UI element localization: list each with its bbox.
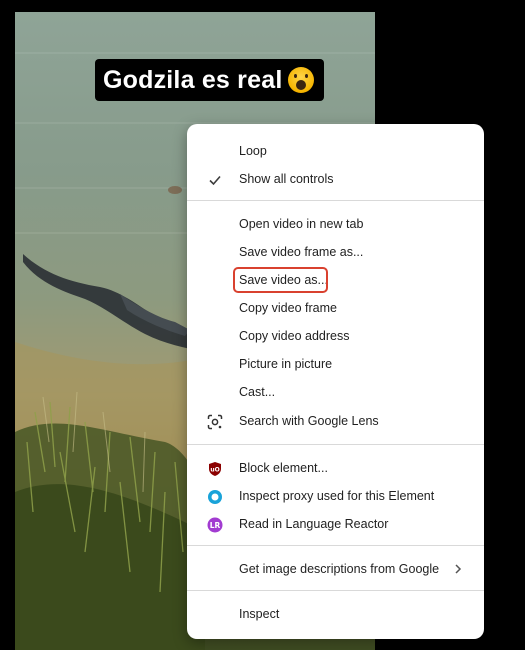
menu-item-copy-video-frame[interactable]: Copy video frame	[187, 294, 484, 322]
menu-item-open-video-new-tab[interactable]: Open video in new tab	[187, 210, 484, 238]
menu-item-label: Inspect	[239, 607, 280, 621]
proxy-circle-icon	[207, 489, 223, 505]
menu-item-inspect-proxy[interactable]: Inspect proxy used for this Element	[187, 482, 484, 510]
menu-item-label: Copy video frame	[239, 301, 337, 315]
menu-item-loop[interactable]: Loop	[187, 137, 484, 165]
menu-item-save-video[interactable]: Save video as...	[187, 266, 484, 294]
menu-item-label: Inspect proxy used for this Element	[239, 489, 435, 503]
menu-item-label: Search with Google Lens	[239, 414, 379, 428]
context-menu: Loop Show all controls Open video in new…	[187, 124, 484, 639]
language-reactor-icon: LR	[207, 517, 223, 533]
menu-item-show-all-controls[interactable]: Show all controls	[187, 165, 484, 193]
caption-text: Godzila es real	[103, 65, 283, 94]
highlight-box	[233, 267, 328, 293]
menu-item-language-reactor[interactable]: LR Read in Language Reactor	[187, 510, 484, 538]
svg-text:uO: uO	[210, 467, 219, 474]
menu-item-search-google-lens[interactable]: Search with Google Lens	[187, 407, 484, 435]
menu-item-save-video-frame[interactable]: Save video frame as...	[187, 238, 484, 266]
video-caption: Godzila es real	[95, 59, 325, 101]
menu-item-label: Loop	[239, 144, 267, 158]
check-icon	[207, 172, 223, 188]
menu-item-label: Open video in new tab	[239, 217, 364, 231]
menu-item-copy-video-address[interactable]: Copy video address	[187, 322, 484, 350]
menu-separator	[187, 200, 484, 201]
menu-item-picture-in-picture[interactable]: Picture in picture	[187, 350, 484, 378]
menu-separator	[187, 590, 484, 591]
menu-separator	[187, 444, 484, 445]
menu-item-label: Cast...	[239, 385, 276, 399]
menu-separator	[187, 545, 484, 546]
menu-item-image-descriptions[interactable]: Get image descriptions from Google	[187, 555, 484, 583]
menu-item-label: Block element...	[239, 461, 328, 475]
menu-item-label: Save video frame as...	[239, 245, 364, 259]
svg-text:LR: LR	[210, 521, 221, 530]
menu-item-inspect[interactable]: Inspect	[187, 600, 484, 628]
menu-item-label: Read in Language Reactor	[239, 517, 389, 531]
menu-item-cast[interactable]: Cast...	[187, 378, 484, 406]
menu-item-label: Copy video address	[239, 329, 350, 343]
google-lens-icon	[207, 414, 223, 430]
menu-item-label: Picture in picture	[239, 357, 333, 371]
ublock-origin-icon: uO	[207, 461, 223, 477]
menu-item-label: Show all controls	[239, 172, 334, 186]
menu-item-label: Get image descriptions from Google	[239, 562, 440, 576]
chevron-right-icon	[451, 562, 465, 576]
menu-item-block-element[interactable]: uO Block element...	[187, 454, 484, 482]
screaming-face-emoji-icon	[288, 67, 315, 93]
